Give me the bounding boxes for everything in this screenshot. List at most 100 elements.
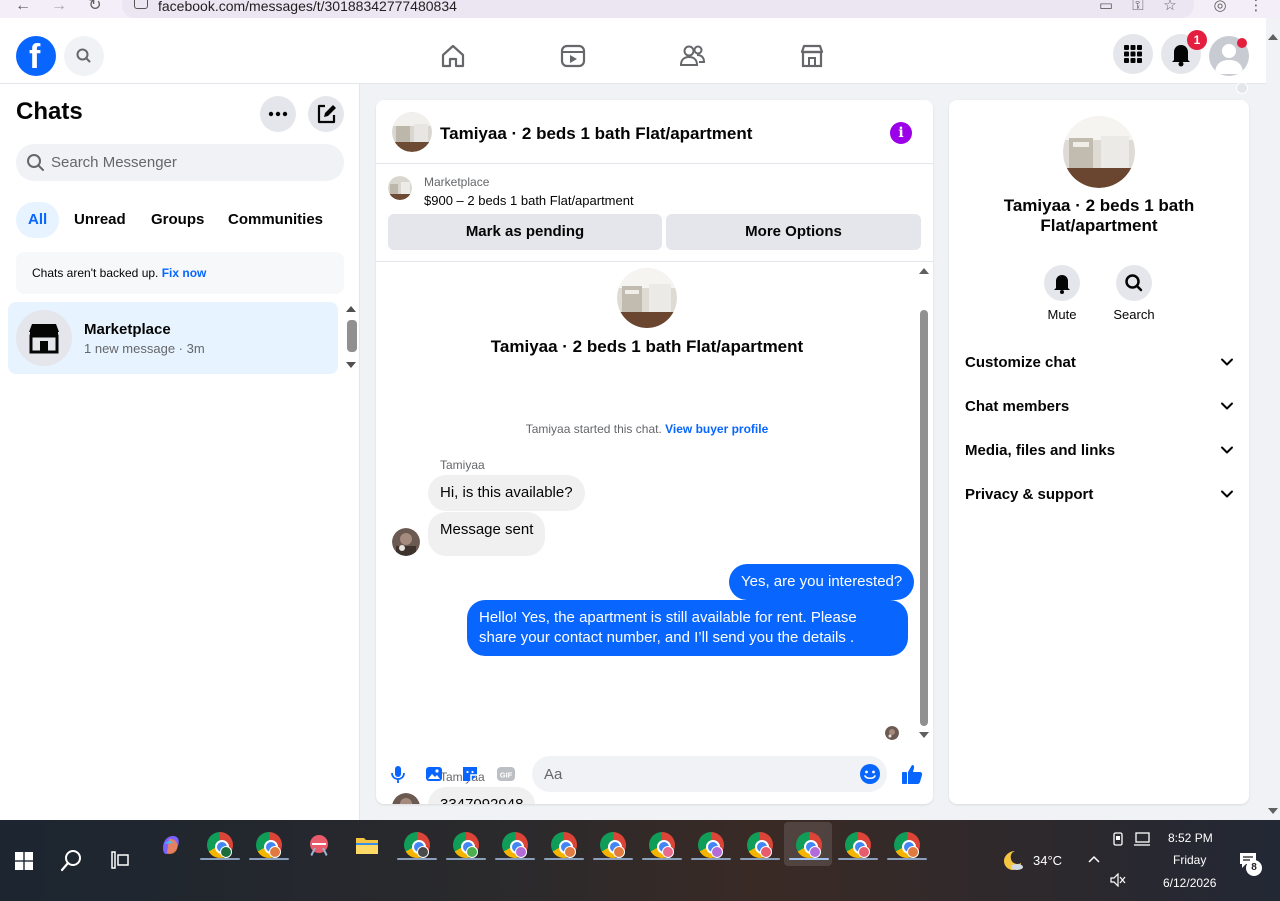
install-app-icon[interactable]: ▭ bbox=[1096, 0, 1116, 16]
gif-icon[interactable]: GIF bbox=[496, 764, 516, 784]
section-label: Customize chat bbox=[965, 354, 1076, 371]
weather-moon-icon[interactable] bbox=[1000, 848, 1024, 872]
back-arrow-icon[interactable]: ← bbox=[12, 0, 34, 16]
facebook-search-button[interactable] bbox=[64, 36, 104, 76]
list-scroll-up-arrow[interactable] bbox=[346, 306, 356, 312]
emoji-icon[interactable] bbox=[859, 763, 881, 785]
address-bar-url[interactable]: facebook.com/messages/t/3018834277748083… bbox=[158, 0, 457, 14]
photo-icon[interactable] bbox=[424, 764, 444, 784]
tray-app-icon[interactable] bbox=[1111, 832, 1125, 846]
info-icon[interactable]: i bbox=[890, 122, 912, 144]
mute-circle[interactable] bbox=[1044, 265, 1080, 301]
search-messenger-input[interactable]: Search Messenger bbox=[16, 144, 344, 181]
notification-count-badge: 8 bbox=[1246, 860, 1262, 876]
network-icon[interactable] bbox=[1133, 832, 1151, 846]
thumbs-up-icon[interactable] bbox=[900, 762, 924, 786]
task-view-icon[interactable] bbox=[110, 850, 130, 870]
clock-time[interactable]: 8:52 PM bbox=[1168, 831, 1213, 845]
page-scroll-down-arrow[interactable] bbox=[1268, 808, 1278, 814]
fix-now-link[interactable]: Fix now bbox=[162, 266, 207, 280]
account-chevron-icon[interactable] bbox=[1236, 82, 1248, 94]
mute-button[interactable]: Mute bbox=[1032, 265, 1092, 322]
search-circle[interactable] bbox=[1116, 265, 1152, 301]
list-scrollbar-thumb[interactable] bbox=[347, 320, 357, 352]
chat-options-button[interactable] bbox=[260, 96, 296, 132]
message-thread: Tamiyaa · 2 beds 1 bath Flat/apartment T… bbox=[376, 262, 933, 804]
taskbar-search-icon[interactable] bbox=[60, 848, 84, 872]
profile-badge-icon bbox=[907, 846, 919, 858]
file-explorer-icon[interactable] bbox=[354, 832, 380, 858]
thread-title: Tamiyaa · 2 beds 1 bath Flat/apartment bbox=[490, 337, 804, 356]
compose-icon bbox=[317, 104, 336, 124]
listing-avatar[interactable] bbox=[392, 112, 432, 152]
search-icon bbox=[1125, 274, 1143, 292]
privacy-support-section[interactable]: Privacy & support bbox=[949, 472, 1249, 516]
section-label: Privacy & support bbox=[965, 486, 1094, 503]
message-bubble-outgoing[interactable]: Yes, are you interested? bbox=[729, 564, 915, 600]
snipping-tool-icon[interactable] bbox=[306, 832, 332, 858]
thread-scrollbar-thumb[interactable] bbox=[920, 310, 928, 726]
chat-members-section[interactable]: Chat members bbox=[949, 384, 1249, 428]
list-scroll-down-arrow[interactable] bbox=[346, 362, 356, 368]
view-buyer-profile-link[interactable]: View buyer profile bbox=[665, 422, 768, 436]
marketplace-icon[interactable] bbox=[798, 42, 826, 70]
conversation-avatar[interactable] bbox=[617, 268, 677, 328]
home-icon[interactable] bbox=[439, 42, 467, 70]
volume-muted-icon[interactable] bbox=[1110, 873, 1126, 887]
marketplace-store-icon bbox=[29, 324, 59, 354]
chat-list-panel: Chats Search Messenger All Unread Groups… bbox=[0, 84, 360, 820]
search-placeholder: Search Messenger bbox=[51, 154, 177, 171]
video-icon[interactable] bbox=[559, 42, 587, 70]
microphone-icon[interactable] bbox=[388, 764, 408, 784]
message-bubble-incoming[interactable]: Message sent bbox=[428, 512, 546, 556]
mark-as-pending-button[interactable]: Mark as pending bbox=[388, 214, 662, 250]
menu-grid-button[interactable] bbox=[1113, 34, 1153, 74]
svg-text:GIF: GIF bbox=[500, 771, 513, 780]
chat-started-notice: Tamiyaa started this chat. View buyer pr… bbox=[376, 422, 918, 436]
message-input[interactable]: Aa bbox=[532, 756, 887, 792]
tab-communities[interactable]: Communities bbox=[216, 202, 335, 238]
reload-icon[interactable]: ↻ bbox=[84, 0, 106, 16]
show-hidden-icons-chevron[interactable] bbox=[1087, 854, 1101, 864]
more-options-button[interactable]: More Options bbox=[666, 214, 921, 250]
thread-scroll-down-arrow[interactable] bbox=[919, 732, 929, 738]
customize-chat-section[interactable]: Customize chat bbox=[949, 340, 1249, 384]
profile-badge-icon bbox=[220, 846, 232, 858]
clock-day[interactable]: Friday bbox=[1173, 853, 1206, 867]
chevron-down-icon bbox=[1221, 402, 1233, 410]
site-info-icon[interactable] bbox=[134, 0, 148, 9]
message-bubble-incoming[interactable]: Hi, is this available? bbox=[428, 475, 585, 511]
new-message-button[interactable] bbox=[308, 96, 344, 132]
tab-all[interactable]: All bbox=[16, 202, 60, 238]
copilot-icon[interactable] bbox=[158, 832, 184, 858]
message-bubble-outgoing[interactable]: Hello! Yes, the apartment is still avail… bbox=[467, 600, 908, 656]
media-files-links-section[interactable]: Media, files and links bbox=[949, 428, 1249, 472]
chat-started-text: Tamiyaa started this chat. bbox=[525, 422, 662, 436]
conversation-title[interactable]: Tamiyaa · 2 beds 1 bath Flat/apartment bbox=[440, 124, 752, 144]
sender-avatar bbox=[392, 528, 420, 556]
thread-scroll-up-arrow[interactable] bbox=[919, 268, 929, 274]
bookmark-star-icon[interactable]: ☆ bbox=[1160, 0, 1180, 16]
address-bar[interactable]: facebook.com/messages/t/3018834277748083… bbox=[122, 0, 1194, 18]
page-scroll-up-arrow[interactable] bbox=[1268, 34, 1278, 40]
tab-unread[interactable]: Unread bbox=[62, 202, 138, 238]
sticker-icon[interactable] bbox=[460, 764, 480, 784]
friends-icon[interactable] bbox=[678, 42, 706, 70]
browser-menu-icon[interactable]: ⋮ bbox=[1246, 0, 1266, 16]
running-indicator bbox=[544, 858, 584, 860]
listing-price-title[interactable]: $900 – 2 beds 1 bath Flat/apartment bbox=[424, 193, 634, 208]
search-conversation-button[interactable]: Search bbox=[1104, 265, 1164, 322]
forward-arrow-icon[interactable]: → bbox=[48, 0, 70, 16]
details-avatar[interactable] bbox=[1063, 116, 1135, 188]
chat-item-marketplace[interactable]: Marketplace 1 new message · 3m bbox=[8, 302, 338, 374]
tab-groups[interactable]: Groups bbox=[139, 202, 216, 238]
windows-start-icon[interactable] bbox=[15, 852, 33, 870]
running-indicator bbox=[838, 858, 878, 860]
conversation-panel: Tamiyaa · 2 beds 1 bath Flat/apartment i… bbox=[376, 100, 933, 804]
facebook-logo[interactable]: f bbox=[16, 36, 56, 76]
listing-thumbnail[interactable] bbox=[388, 176, 412, 200]
browser-profile-icon[interactable]: ◎ bbox=[1210, 0, 1230, 16]
weather-temperature[interactable]: 34°C bbox=[1033, 853, 1062, 868]
password-key-icon[interactable]: ⚿ bbox=[1128, 0, 1148, 16]
clock-date[interactable]: 6/12/2026 bbox=[1163, 876, 1216, 890]
